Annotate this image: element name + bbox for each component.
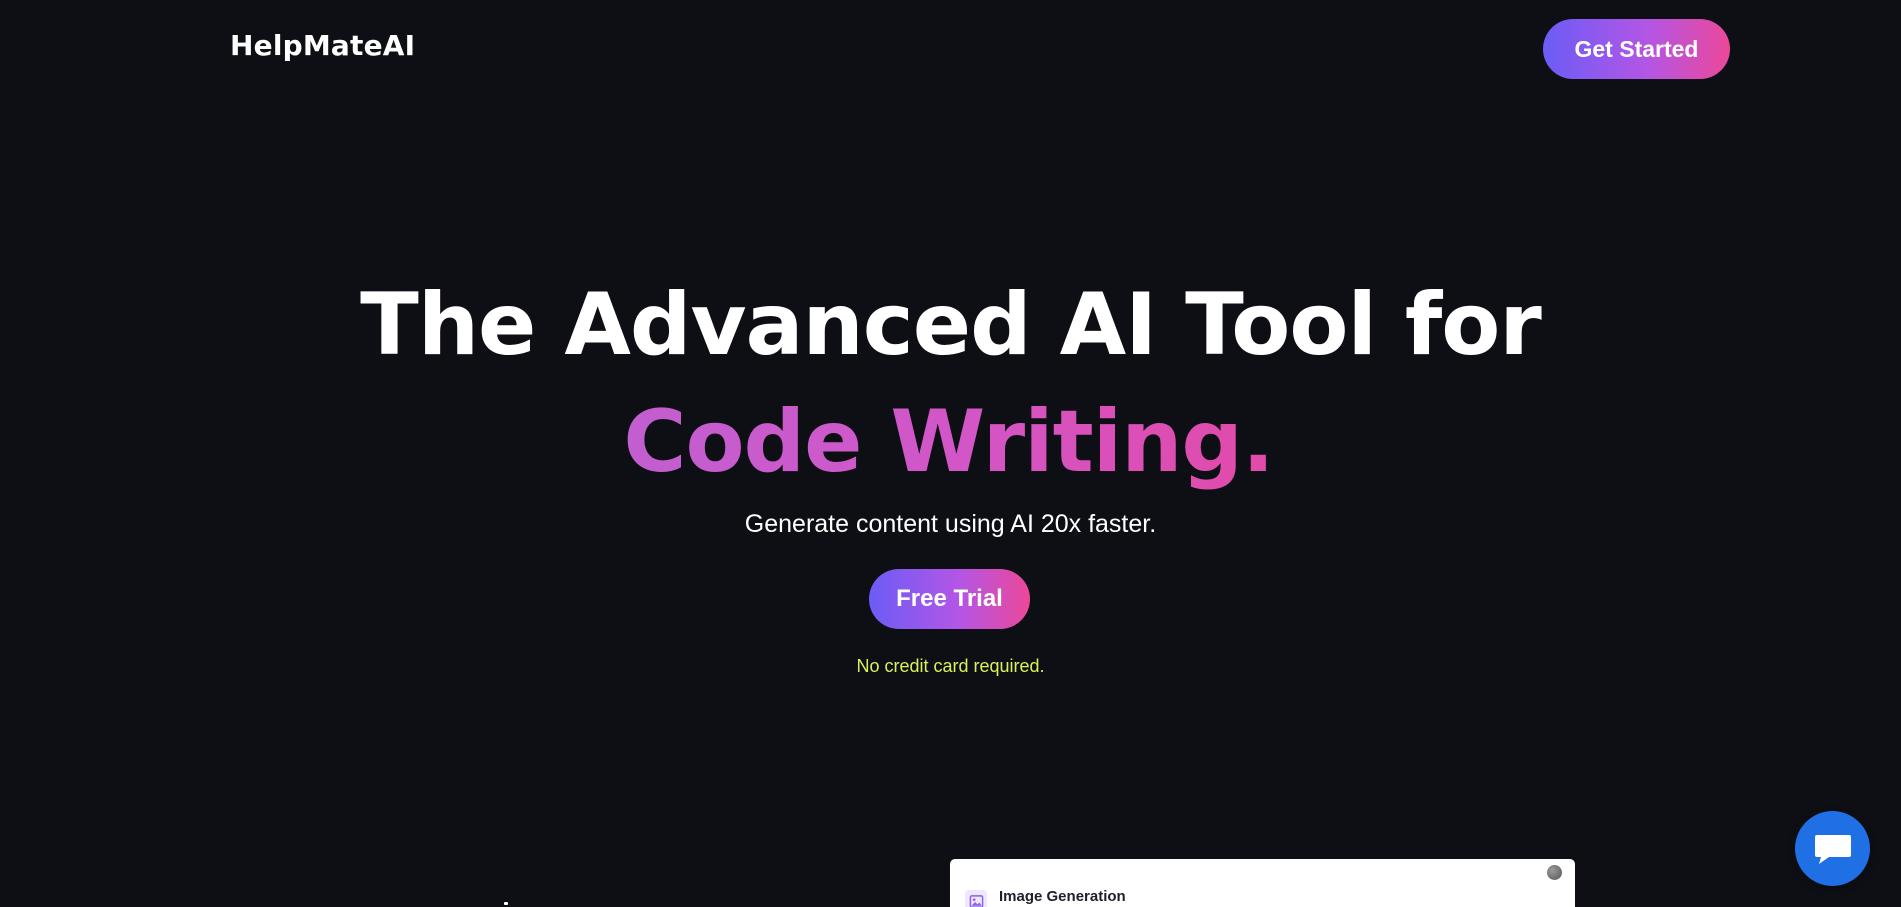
chat-widget-button[interactable] [1795, 811, 1870, 886]
hero-title-line1: The Advanced AI Tool for [360, 275, 1542, 375]
hero-subtitle: Generate content using AI 20x faster. [744, 510, 1157, 538]
chat-icon [1814, 834, 1851, 864]
free-trial-button[interactable]: Free Trial [869, 569, 1030, 629]
image-icon [965, 890, 987, 907]
hero-title-line2: Code Writing. [0, 387, 1901, 497]
hero-highlight-text: Code Writing. [623, 392, 1277, 492]
decorative-mark [504, 902, 508, 905]
image-generation-preview-card[interactable]: Image Generation [950, 859, 1575, 907]
card-title: Image Generation [999, 888, 1126, 905]
logo[interactable]: HelpMateAI [230, 29, 415, 62]
avatar [1547, 865, 1562, 880]
landing-page: HelpMateAI Get Started The Advanced AI T… [0, 0, 1901, 907]
no-credit-card-note: No credit card required. [856, 656, 1045, 676]
get-started-button[interactable]: Get Started [1543, 19, 1730, 79]
